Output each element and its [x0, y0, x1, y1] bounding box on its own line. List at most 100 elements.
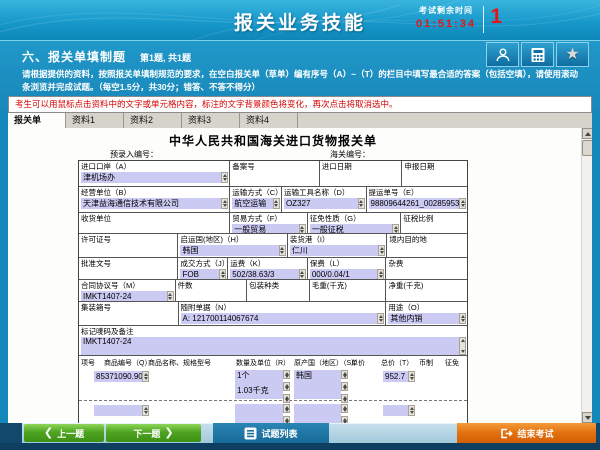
loading-port-value[interactable]: 仁川: [290, 245, 378, 256]
item2-qty-input[interactable]: [235, 404, 283, 423]
trade-mode-value[interactable]: 一般贸易: [232, 224, 299, 233]
toolbar: ★: [486, 42, 589, 67]
transport-mode-value[interactable]: 航空运输: [232, 198, 273, 209]
tab-material-2[interactable]: 资料2: [124, 113, 182, 128]
next-question-button[interactable]: 下一题 ❯: [106, 424, 201, 442]
contract-no-input[interactable]: IMKT1407-24: [81, 291, 174, 301]
spinner-icon[interactable]: [358, 198, 365, 209]
spinner-icon[interactable]: [279, 245, 286, 256]
departure-country-value[interactable]: 韩国: [180, 245, 278, 256]
declaration-table: 进口口岸（A） 津机场办 备案号 进口日期 申报日期: [78, 160, 468, 423]
insurance-value[interactable]: 000/0.04/1: [310, 269, 378, 279]
spinner-icon[interactable]: [377, 313, 384, 324]
levy-nature-input[interactable]: 一般征税: [310, 224, 400, 233]
transaction-mode-input[interactable]: FOB: [180, 269, 226, 279]
item2-total-price-value[interactable]: [383, 405, 408, 416]
tab-declaration-form[interactable]: 报关单: [8, 113, 66, 128]
departure-country-input[interactable]: 韩国: [180, 245, 285, 256]
field-contract-no: 合同协议号（M） IMKT1407-24: [79, 280, 176, 301]
tab-material-1[interactable]: 资料1: [66, 113, 124, 128]
item1-code-value[interactable]: 85371090.90: [94, 371, 142, 382]
item1-code-input[interactable]: 85371090.90: [94, 371, 149, 382]
spinner-icon[interactable]: [283, 416, 290, 423]
trade-mode-input[interactable]: 一般贸易: [232, 224, 306, 233]
spinner-icon[interactable]: [408, 405, 415, 416]
spinner-icon[interactable]: [377, 269, 384, 279]
spinner-icon[interactable]: [299, 269, 306, 279]
bill-no-input[interactable]: 98809644261_00285953: [369, 198, 466, 209]
transport-mode-input[interactable]: 航空运输: [232, 198, 280, 209]
marks-notes-input[interactable]: IMKT1407-24: [81, 337, 466, 355]
end-exam-button[interactable]: 结束考试: [457, 423, 596, 443]
spinner-icon[interactable]: [341, 370, 348, 379]
spinner-icon[interactable]: [167, 291, 174, 301]
operator-input[interactable]: 天津益海通信技术有限公司: [81, 198, 228, 209]
item1-qty-line2[interactable]: 1.03千克: [237, 386, 281, 396]
user-button[interactable]: [486, 42, 519, 67]
item2-total-price-input[interactable]: [383, 405, 415, 416]
marks-notes-value[interactable]: IMKT1407-24: [81, 337, 459, 355]
usage-value[interactable]: 其他内销: [388, 313, 459, 324]
favorite-button[interactable]: ★: [556, 42, 589, 67]
spinner-icon[interactable]: [283, 382, 290, 391]
spinner-icon[interactable]: [221, 172, 228, 183]
usage-input[interactable]: 其他内销: [388, 313, 466, 324]
spinner-icon[interactable]: [459, 198, 466, 209]
spinner-icon[interactable]: [408, 371, 415, 382]
calculator-button[interactable]: [521, 42, 554, 67]
spinner-icon[interactable]: [142, 371, 149, 382]
freight-value[interactable]: 502/38.63/3: [230, 269, 299, 279]
tab-material-3[interactable]: 资料3: [182, 113, 240, 128]
transport-name-input[interactable]: OZ327: [284, 198, 365, 209]
question-list-button[interactable]: 试题列表: [213, 423, 329, 443]
spinner-icon[interactable]: [283, 404, 290, 413]
item1-qty-line1[interactable]: 1个: [237, 371, 281, 381]
item1-origin-input[interactable]: 韩国: [294, 370, 341, 399]
spinner-icon[interactable]: [392, 224, 399, 233]
field-approval-no: 批准文号: [79, 258, 178, 279]
transport-name-value[interactable]: OZ327: [284, 198, 358, 209]
attached-docs-input[interactable]: A: 121700114067674: [181, 313, 385, 324]
spinner-icon[interactable]: [341, 382, 348, 391]
item1-total-price-value[interactable]: 952.7: [383, 371, 408, 382]
transaction-mode-value[interactable]: FOB: [180, 269, 219, 279]
operator-value[interactable]: 天津益海通信技术有限公司: [81, 198, 221, 209]
insurance-input[interactable]: 000/0.04/1: [310, 269, 385, 279]
item1-total-price-input[interactable]: 952.7: [383, 371, 415, 382]
field-label: 境内目的地: [389, 235, 466, 244]
spinner-icon[interactable]: [341, 404, 348, 413]
levy-nature-value[interactable]: 一般征税: [310, 224, 393, 233]
item1-qty-input[interactable]: 1个 1.03千克: [235, 370, 283, 399]
attached-docs-value[interactable]: A: 121700114067674: [181, 313, 378, 324]
spinner-icon[interactable]: [142, 405, 149, 416]
item2-code-input[interactable]: [94, 405, 149, 416]
item2-code-value[interactable]: [94, 405, 142, 416]
contract-no-value[interactable]: IMKT1407-24: [81, 291, 167, 301]
scrollbar-up-icon[interactable]: [582, 128, 592, 139]
item1-origin-value[interactable]: 韩国: [296, 371, 339, 381]
spinner-icon[interactable]: [221, 198, 228, 209]
freight-input[interactable]: 502/38.63/3: [230, 269, 306, 279]
spinner-icon[interactable]: [378, 245, 385, 256]
bill-no-value[interactable]: 98809644261_00285953: [369, 198, 459, 209]
prev-question-button[interactable]: ❮ 上一题: [24, 424, 104, 442]
scrollbar-down-icon[interactable]: [582, 412, 592, 423]
item2-origin-input[interactable]: [294, 404, 341, 423]
spinner-icon[interactable]: [299, 224, 306, 233]
tab-material-4[interactable]: 资料4: [240, 113, 298, 128]
field-label: 成交方式（J）: [180, 259, 226, 268]
spinner-icon[interactable]: [459, 313, 466, 324]
loading-port-input[interactable]: 仁川: [290, 245, 385, 256]
spinner-icon[interactable]: [459, 337, 466, 355]
field-marks-notes: 标记唛码及备注 IMKT1407-24: [79, 326, 467, 355]
item2-qty-spinners: [283, 404, 290, 423]
spinner-icon[interactable]: [341, 416, 348, 423]
scrollbar-thumb[interactable]: [582, 140, 592, 156]
import-port-input[interactable]: 津机场办: [81, 172, 228, 183]
form-scrollbar[interactable]: [581, 128, 592, 423]
spinner-icon[interactable]: [273, 198, 280, 209]
import-port-value[interactable]: 津机场办: [81, 172, 221, 183]
spinner-icon[interactable]: [219, 269, 226, 279]
field-misc-fees: 杂费: [386, 258, 467, 279]
spinner-icon[interactable]: [283, 370, 290, 379]
